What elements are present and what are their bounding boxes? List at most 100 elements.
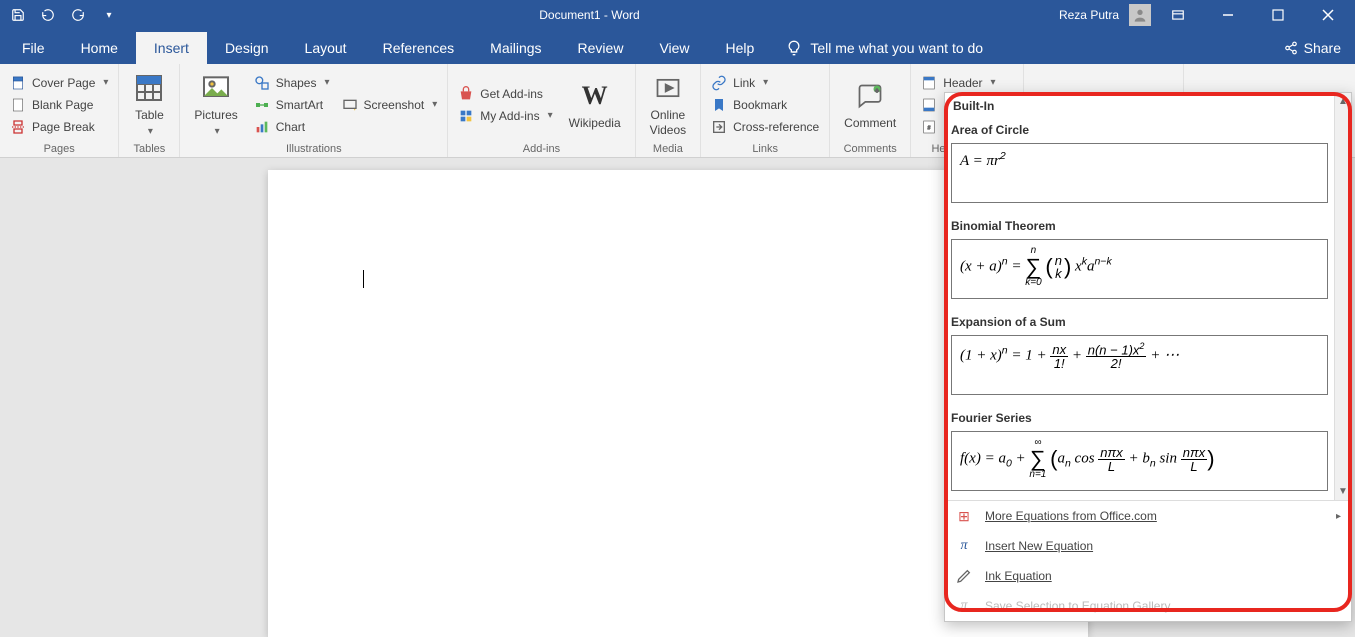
table-icon [133, 72, 165, 104]
scroll-down-button[interactable]: ▼ [1335, 483, 1351, 500]
equation-item-fourier[interactable]: f(x) = a0 + ∞∑n=1 (an cos nπxL + bn sin … [951, 431, 1328, 491]
pictures-label: Pictures [194, 108, 237, 122]
store-icon [458, 86, 474, 102]
maximize-button[interactable] [1255, 0, 1301, 30]
tab-references[interactable]: References [365, 32, 473, 64]
group-illustrations: Pictures▾ Shapes▾ SmartArt Chart [180, 64, 448, 157]
tab-file[interactable]: File [4, 32, 63, 64]
shapes-label: Shapes [276, 76, 317, 90]
cross-reference-button[interactable]: Cross-reference [707, 117, 823, 137]
cover-page-button[interactable]: Cover Page▾ [6, 73, 112, 93]
group-media: Online Videos Media [636, 64, 701, 157]
blank-page-button[interactable]: Blank Page [6, 95, 112, 115]
scroll-up-button[interactable]: ▲ [1335, 93, 1351, 110]
equation-gallery: Built-In Area of Circle A = πr2 Binomial… [945, 93, 1334, 500]
get-addins-button[interactable]: Get Add-ins [454, 84, 556, 104]
cover-page-label: Cover Page [32, 76, 95, 90]
svg-text:+: + [875, 88, 879, 94]
window-title: Document1 - Word [126, 8, 1053, 22]
ink-equation-label: Ink Equation [985, 569, 1052, 583]
close-button[interactable] [1305, 0, 1351, 30]
save-icon [11, 8, 25, 22]
get-addins-label: Get Add-ins [480, 87, 543, 101]
tab-help[interactable]: Help [708, 32, 773, 64]
lightbulb-icon [786, 40, 802, 56]
group-comments-label: Comments [836, 141, 904, 155]
link-button[interactable]: Link▾ [707, 73, 823, 93]
ribbon-options-icon [1171, 8, 1185, 22]
tab-design[interactable]: Design [207, 32, 287, 64]
svg-text:#: # [928, 125, 931, 131]
screenshot-label: Screenshot [364, 98, 425, 112]
blank-page-label: Blank Page [32, 98, 93, 112]
link-label: Link [733, 76, 755, 90]
title-bar: ▾ Document1 - Word Reza Putra [0, 0, 1355, 30]
chart-button[interactable]: Chart [250, 117, 334, 137]
save-selection-icon: π [955, 597, 973, 615]
group-addins-label: Add-ins [454, 141, 628, 155]
equation-actions: ⊞ More Equations from Office.com ▸ π Ins… [945, 500, 1351, 621]
shapes-button[interactable]: Shapes▾ [250, 73, 334, 93]
ink-icon [955, 567, 973, 585]
header-icon [921, 75, 937, 91]
share-label: Share [1304, 40, 1341, 56]
text-cursor [363, 270, 364, 288]
pictures-icon [200, 72, 232, 104]
group-links-label: Links [707, 141, 823, 155]
save-selection-button: π Save Selection to Equation Gallery... [945, 591, 1351, 621]
save-selection-label: Save Selection to Equation Gallery... [985, 599, 1180, 613]
tab-view[interactable]: View [641, 32, 707, 64]
share-button[interactable]: Share [1270, 32, 1355, 64]
screenshot-button[interactable]: Screenshot▾ [338, 95, 442, 115]
equation-item-area-label: Area of Circle [945, 117, 1334, 141]
tab-insert[interactable]: Insert [136, 32, 207, 64]
pictures-button[interactable]: Pictures▾ [186, 68, 245, 141]
group-illustrations-label: Illustrations [186, 141, 441, 155]
tell-me[interactable]: Tell me what you want to do [772, 32, 997, 64]
wikipedia-button[interactable]: W Wikipedia [561, 76, 629, 134]
share-icon [1284, 41, 1298, 55]
group-tables-label: Tables [125, 141, 173, 155]
save-button[interactable] [4, 1, 32, 29]
insert-new-equation-button[interactable]: π Insert New Equation [945, 531, 1351, 561]
qat-customize-button[interactable]: ▾ [94, 1, 122, 29]
tab-review[interactable]: Review [560, 32, 642, 64]
equation-item-area[interactable]: A = πr2 [951, 143, 1328, 203]
group-media-label: Media [642, 141, 694, 155]
tab-home[interactable]: Home [63, 32, 136, 64]
minimize-button[interactable] [1205, 0, 1251, 30]
my-addins-button[interactable]: My Add-ins▾ [454, 106, 556, 126]
ribbon-display-button[interactable] [1155, 0, 1201, 30]
user-name[interactable]: Reza Putra [1053, 8, 1125, 22]
online-videos-button[interactable]: Online Videos [642, 68, 694, 141]
smartart-button[interactable]: SmartArt [250, 95, 334, 115]
equation-item-binomial[interactable]: (x + a)n = n∑k=0 (nk) xkan−k [951, 239, 1328, 299]
page-break-icon [10, 119, 26, 135]
table-button[interactable]: Table ▾ [125, 68, 173, 141]
tab-layout[interactable]: Layout [287, 32, 365, 64]
group-links: Link▾ Bookmark Cross-reference Links [701, 64, 830, 157]
maximize-icon [1272, 9, 1284, 21]
more-equations-label: More Equations from Office.com [985, 509, 1157, 523]
page-number-icon: # [921, 119, 937, 135]
undo-button[interactable] [34, 1, 62, 29]
page-break-button[interactable]: Page Break [6, 117, 112, 137]
ink-equation-button[interactable]: Ink Equation [945, 561, 1351, 591]
user-avatar[interactable] [1129, 4, 1151, 26]
footer-icon [921, 97, 937, 113]
addins-icon [458, 108, 474, 124]
minimize-icon [1222, 9, 1234, 21]
header-button[interactable]: Header▾ [917, 73, 1017, 93]
group-pages-label: Pages [6, 141, 112, 155]
comment-button[interactable]: + Comment [836, 76, 904, 134]
equation-scrollbar[interactable]: ▲ ▼ [1334, 93, 1351, 500]
redo-button[interactable] [64, 1, 92, 29]
more-equations-button[interactable]: ⊞ More Equations from Office.com ▸ [945, 501, 1351, 531]
equation-item-expansion[interactable]: (1 + x)n = 1 + nx1! + n(n − 1)x22! + ⋯ [951, 335, 1328, 395]
smartart-label: SmartArt [276, 98, 323, 112]
smartart-icon [254, 97, 270, 113]
bookmark-button[interactable]: Bookmark [707, 95, 823, 115]
chart-label: Chart [276, 120, 305, 134]
bookmark-icon [711, 97, 727, 113]
tab-mailings[interactable]: Mailings [472, 32, 559, 64]
